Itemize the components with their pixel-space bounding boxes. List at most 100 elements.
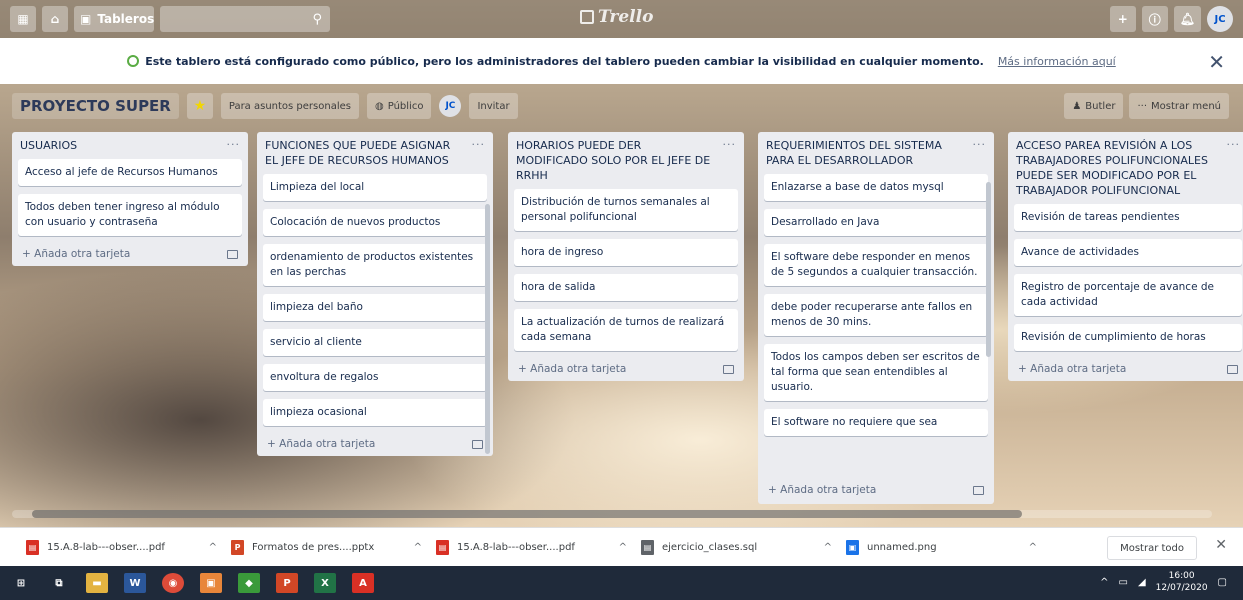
card[interactable]: Acceso al jefe de Recursos Humanos: [18, 159, 242, 186]
boards-button[interactable]: ▣ Tableros: [74, 6, 154, 32]
card-template-icon[interactable]: [973, 485, 984, 495]
plus-icon[interactable]: +: [1109, 6, 1136, 32]
globe-small-icon: ◍: [374, 100, 384, 112]
windows-start-icon[interactable]: ⊞: [10, 573, 32, 593]
chevron-up-icon[interactable]: ^: [619, 542, 627, 553]
team-button[interactable]: Para asuntos personales: [220, 93, 359, 119]
download-item[interactable]: ▤ 15.A.8-lab---obser....pdf ^: [26, 539, 231, 555]
volume-icon[interactable]: ◢: [1138, 577, 1146, 588]
board-title[interactable]: PROYECTO SUPER: [12, 93, 179, 119]
show-menu-label: Mostrar menú: [1151, 100, 1221, 112]
show-all-button[interactable]: Mostrar todo: [1107, 536, 1197, 560]
banner-more-info-link[interactable]: Más información aquí: [998, 55, 1116, 68]
downloads-bar: ▤ 15.A.8-lab---obser....pdf ^ P Formatos…: [0, 527, 1243, 566]
list-title[interactable]: USUARIOS: [20, 138, 220, 153]
butler-button[interactable]: ♟ Butler: [1064, 93, 1124, 119]
network-icon[interactable]: ▭: [1119, 577, 1128, 588]
member-avatar[interactable]: JC: [439, 95, 462, 117]
card[interactable]: El software debe responder en menos de 5…: [764, 244, 988, 286]
chevron-up-icon[interactable]: ^: [1100, 577, 1108, 588]
add-card-label: + Añada otra tarjeta: [22, 248, 131, 260]
add-card-label: + Añada otra tarjeta: [267, 438, 376, 450]
list-title[interactable]: REQUERIMIENTOS DEL SISTEMA PARA EL DESAR…: [766, 138, 966, 168]
list-menu-icon[interactable]: ···: [227, 138, 241, 151]
card[interactable]: Revisión de tareas pendientes: [1014, 204, 1242, 231]
list-menu-icon[interactable]: ···: [723, 138, 737, 151]
list-title[interactable]: ACCESO PAREA REVISIÓN A LOS TRABAJADORES…: [1016, 138, 1216, 198]
file-explorer-icon[interactable]: ▬: [86, 573, 108, 593]
card[interactable]: Registro de porcentaje de avance de cada…: [1014, 274, 1242, 316]
card[interactable]: Todos los campos deben ser escritos de t…: [764, 344, 988, 401]
card[interactable]: Avance de actividades: [1014, 239, 1242, 266]
powerpoint-icon[interactable]: P: [276, 573, 298, 593]
card[interactable]: Revisión de cumplimiento de horas: [1014, 324, 1242, 351]
card[interactable]: envoltura de regalos: [263, 364, 487, 391]
card[interactable]: hora de ingreso: [514, 239, 738, 266]
card[interactable]: ordenamiento de productos existentes en …: [263, 244, 487, 286]
search-input[interactable]: ⚲: [160, 6, 330, 32]
scrollbar-thumb[interactable]: [32, 510, 1022, 518]
card[interactable]: debe poder recuperarse ante fallos en me…: [764, 294, 988, 336]
excel-icon[interactable]: X: [314, 573, 336, 593]
card[interactable]: El software no requiere que sea: [764, 409, 988, 436]
list-scrollbar[interactable]: [485, 204, 490, 454]
card-template-icon[interactable]: [227, 249, 238, 259]
download-item[interactable]: P Formatos de pres....pptx ^: [231, 539, 436, 555]
add-card-button[interactable]: + Añada otra tarjeta: [514, 359, 738, 377]
clock[interactable]: 16:00 12/07/2020: [1156, 570, 1208, 594]
bell-icon[interactable]: 🔔︎: [1173, 6, 1201, 32]
add-card-button[interactable]: + Añada otra tarjeta: [263, 434, 487, 452]
card[interactable]: La actualización de turnos de realizará …: [514, 309, 738, 351]
app-icon[interactable]: ◆: [238, 573, 260, 593]
card-template-icon[interactable]: [1227, 364, 1238, 374]
star-icon[interactable]: ★: [186, 93, 213, 119]
notifications-icon[interactable]: ▢: [1218, 577, 1227, 588]
task-view-icon[interactable]: ⧉: [48, 573, 70, 593]
add-card-button[interactable]: + Añada otra tarjeta: [764, 480, 988, 498]
show-menu-button[interactable]: ··· Mostrar menú: [1129, 93, 1229, 119]
system-tray: ^ ▭ ◢ 16:00 12/07/2020 ▢: [1100, 570, 1227, 594]
card-template-icon[interactable]: [723, 364, 734, 374]
chevron-up-icon[interactable]: ^: [1029, 542, 1037, 553]
download-item[interactable]: ▣ unnamed.png ^: [846, 539, 1051, 555]
download-item[interactable]: ▤ ejercicio_clases.sql ^: [641, 539, 846, 555]
close-icon[interactable]: ✕: [1215, 537, 1227, 553]
chevron-up-icon[interactable]: ^: [209, 542, 217, 553]
acrobat-icon[interactable]: A: [352, 573, 374, 593]
chevron-up-icon[interactable]: ^: [824, 542, 832, 553]
list-menu-icon[interactable]: ···: [973, 138, 987, 151]
app-icon[interactable]: ▣: [200, 573, 222, 593]
list-header: FUNCIONES QUE PUEDE ASIGNAR EL JEFE DE R…: [263, 138, 487, 174]
trello-logo[interactable]: Trello: [580, 7, 653, 27]
card-template-icon[interactable]: [472, 439, 483, 449]
card[interactable]: Todos deben tener ingreso al módulo con …: [18, 194, 242, 236]
invite-button[interactable]: Invitar: [469, 93, 518, 119]
card[interactable]: Colocación de nuevos productos: [263, 209, 487, 236]
list-scrollbar[interactable]: [986, 182, 991, 357]
list-menu-icon[interactable]: ···: [1227, 138, 1241, 151]
card[interactable]: Limpieza del local: [263, 174, 487, 201]
avatar[interactable]: JC: [1207, 6, 1233, 32]
close-icon[interactable]: ✕: [1208, 50, 1225, 74]
list-title[interactable]: FUNCIONES QUE PUEDE ASIGNAR EL JEFE DE R…: [265, 138, 465, 168]
info-icon[interactable]: ⓘ: [1141, 6, 1168, 32]
card[interactable]: Desarrollado en Java: [764, 209, 988, 236]
card[interactable]: limpieza del baño: [263, 294, 487, 321]
card[interactable]: limpieza ocasional: [263, 399, 487, 426]
apps-icon[interactable]: ▦: [10, 6, 36, 32]
card[interactable]: servicio al cliente: [263, 329, 487, 356]
chevron-up-icon[interactable]: ^: [414, 542, 422, 553]
add-card-button[interactable]: + Añada otra tarjeta: [18, 244, 242, 262]
word-icon[interactable]: W: [124, 573, 146, 593]
card[interactable]: Distribución de turnos semanales al pers…: [514, 189, 738, 231]
home-icon[interactable]: ⌂: [42, 6, 68, 32]
visibility-button[interactable]: ◍ Público: [366, 93, 432, 119]
card[interactable]: hora de salida: [514, 274, 738, 301]
card[interactable]: Enlazarse a base de datos mysql: [764, 174, 988, 201]
download-item[interactable]: ▤ 15.A.8-lab---obser....pdf ^: [436, 539, 641, 555]
board-horizontal-scrollbar[interactable]: [12, 510, 1212, 518]
list-title[interactable]: HORARIOS PUEDE DER MODIFICADO SOLO POR E…: [516, 138, 716, 183]
add-card-button[interactable]: + Añada otra tarjeta: [1014, 359, 1242, 377]
list-menu-icon[interactable]: ···: [472, 138, 486, 151]
chrome-icon[interactable]: ◉: [162, 573, 184, 593]
